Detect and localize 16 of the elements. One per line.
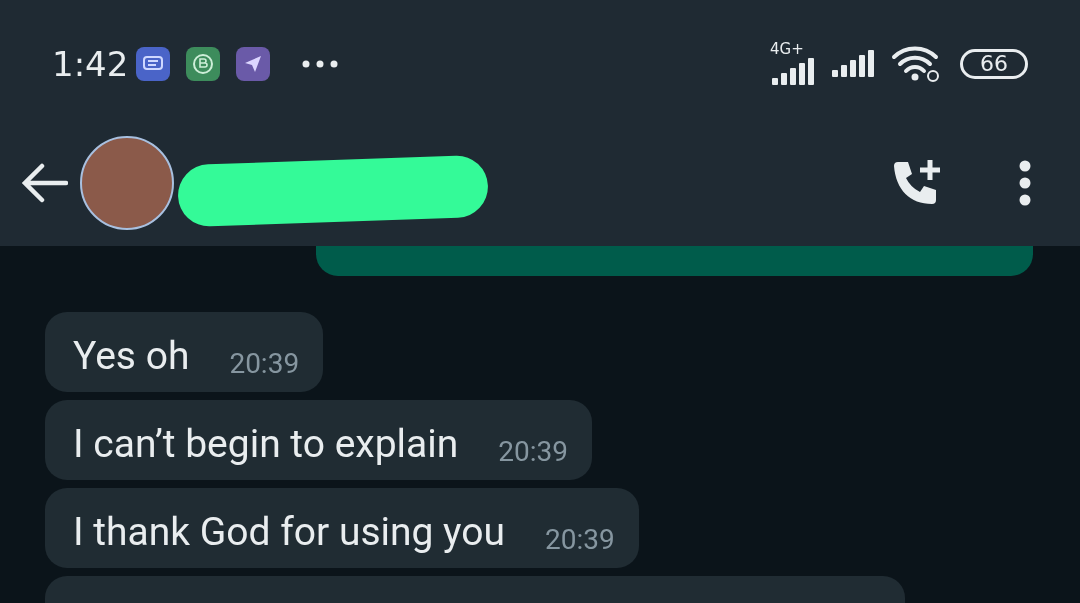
wifi-icon	[890, 45, 940, 83]
message-time: 20:39	[498, 434, 568, 470]
message-time: 20:39	[545, 522, 615, 558]
network-type: 4G+	[770, 41, 804, 57]
back-arrow-icon[interactable]	[22, 163, 68, 203]
more-notifications-icon	[302, 60, 339, 68]
send-app-icon	[236, 47, 271, 81]
battery-indicator: 66	[960, 49, 1028, 79]
message-text: I can’t begin to explain	[73, 420, 459, 469]
message-text: Yes oh	[73, 332, 190, 381]
business-chat-icon	[186, 47, 221, 81]
message-text: I thank God for using you	[73, 508, 505, 557]
messages-app-icon	[136, 47, 171, 81]
message-time: 20:39	[229, 346, 300, 382]
more-options-icon[interactable]	[1018, 160, 1032, 206]
status-time: 1:42	[52, 42, 129, 86]
